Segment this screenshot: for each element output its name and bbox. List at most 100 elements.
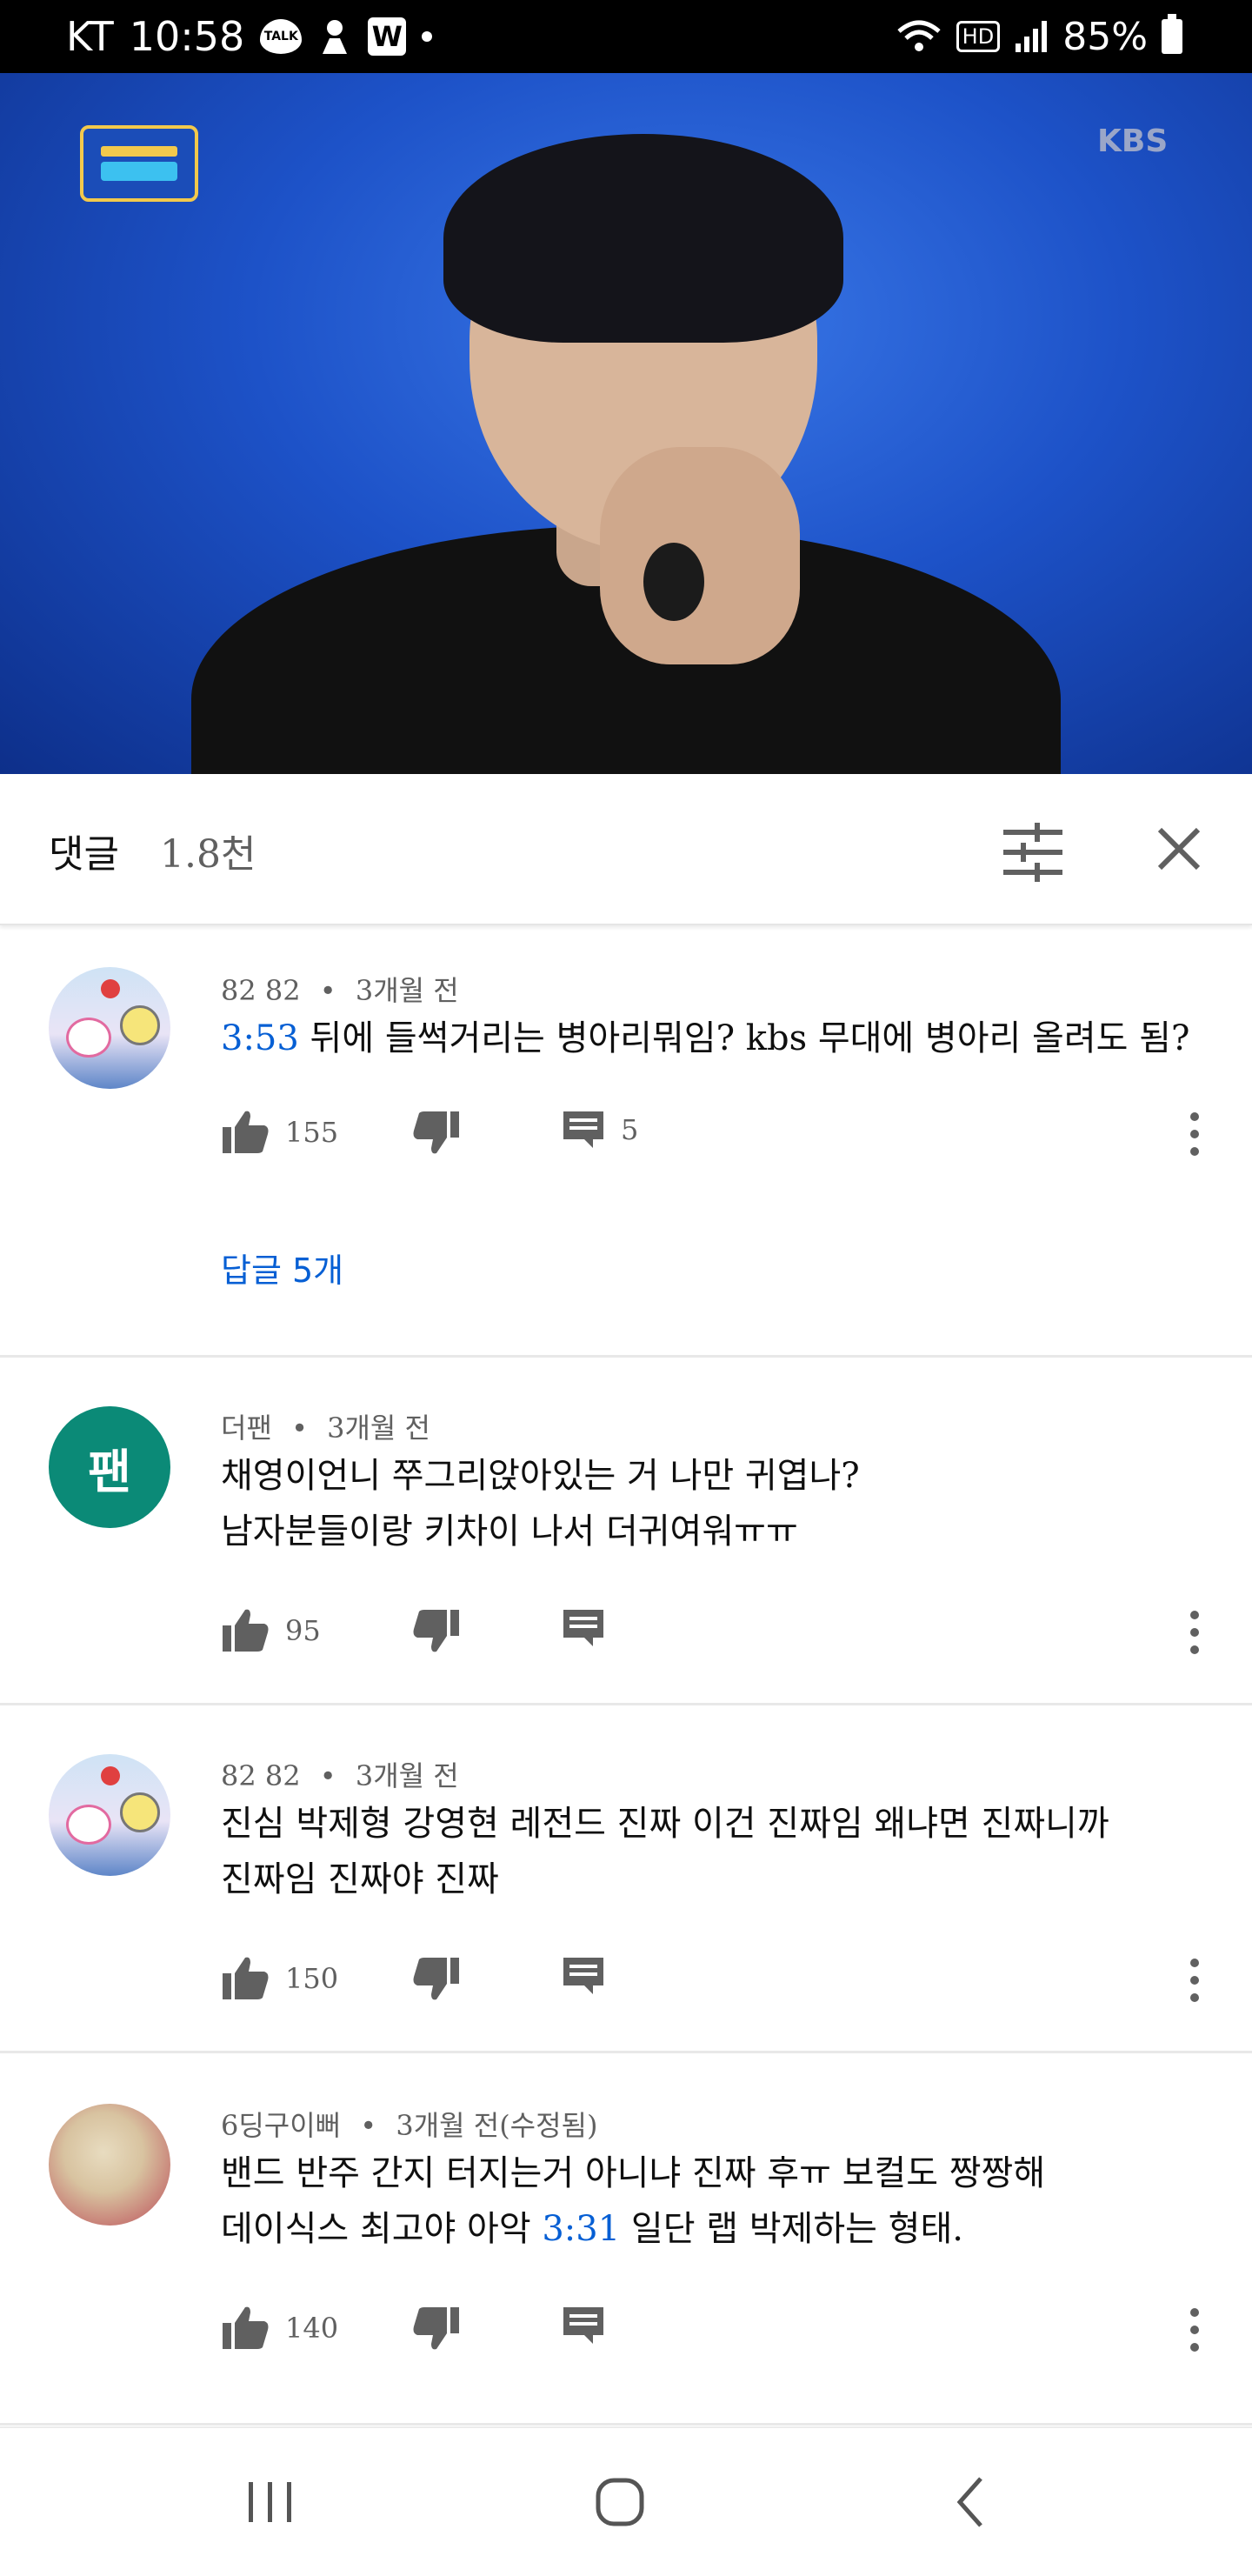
more-options-button[interactable] (1177, 1108, 1212, 1160)
video-frame-microphone (643, 543, 704, 621)
reply-button[interactable] (562, 2304, 605, 2347)
thumbs-up-icon (223, 1609, 269, 1652)
comment-text-line: 진짜임 진짜야 진짜 (221, 1859, 499, 1899)
comment-text: 진심 박제형 강영현 레전드 진짜 이건 진짜임 왜냐면 진짜니까 진짜임 진짜… (221, 1796, 1109, 1907)
like-button[interactable]: 95 (221, 1606, 321, 1655)
thumbs-down-icon (413, 1958, 459, 2000)
dislike-button[interactable] (412, 1954, 461, 2003)
w-icon: W (368, 17, 407, 56)
timestamp-link[interactable]: 3:53 (221, 1018, 299, 1058)
like-button[interactable]: 155 (221, 1108, 338, 1157)
comment-text-line: 밴드 반주 간지 터지는거 아니냐 진짜 후ㅠ 보컬도 짱짱해 (221, 2153, 1046, 2193)
like-count: 140 (285, 2312, 339, 2345)
battery-icon (1162, 14, 1182, 54)
back-button[interactable] (932, 2463, 1010, 2541)
thumbs-up-icon (223, 2306, 269, 2349)
dislike-button[interactable] (412, 1606, 461, 1655)
like-count: 155 (285, 1116, 339, 1149)
comment-author[interactable]: 더팬 (221, 1411, 272, 1445)
comment-time: 3개월 전 (355, 974, 459, 1007)
reply-button[interactable]: 5 (562, 1108, 638, 1151)
signal-icon (1014, 19, 1049, 54)
comment-meta: 6딩구이뻐 • 3개월 전(수정됨) (221, 2104, 597, 2144)
comment-item: 6딩구이뻐 • 3개월 전(수정됨) 밴드 반주 간지 터지는거 아니냐 진짜 … (0, 2053, 1252, 2426)
status-bar: KT 10:58 TALK W HD 85% (0, 0, 1252, 73)
sort-comments-button[interactable] (1000, 819, 1066, 885)
comment-actions: 155 5 (221, 1108, 1229, 1160)
broadcaster-watermark: KBS (1097, 123, 1169, 159)
comment-icon (563, 1111, 603, 1148)
like-button[interactable]: 140 (221, 2304, 338, 2352)
app-icon (317, 17, 352, 56)
comment-item: 팬 더팬 • 3개월 전 채영이언니 쭈그리앉아있는 거 나만 귀엽나? 남자분… (0, 1358, 1252, 1704)
comment-actions: 95 (221, 1606, 1229, 1658)
thumbs-down-icon (413, 2307, 459, 2350)
reply-button[interactable] (562, 1606, 605, 1650)
like-button[interactable]: 150 (221, 1954, 338, 2003)
comment-text-line: 진심 박제형 강영현 레전드 진짜 이건 진짜임 왜냐면 진짜니까 (221, 1804, 1109, 1844)
thumbs-down-icon (413, 1610, 459, 1652)
video-frame-performer-hand (600, 447, 800, 664)
comment-time: 3개월 전(수정됨) (396, 2109, 598, 2142)
wifi-icon (896, 19, 942, 54)
video-frame-performer-hair (443, 134, 843, 343)
more-options-button[interactable] (1177, 1606, 1212, 1658)
comments-title: 댓글 (49, 832, 119, 877)
battery-percent: 85% (1062, 14, 1148, 59)
recent-apps-icon (249, 2482, 291, 2522)
avatar[interactable] (49, 967, 170, 1089)
comment-text-line: 뒤에 들썩거리는 병아리뭐임? kbs 무대에 병아리 올려도 됨? (298, 1018, 1190, 1058)
comment-text-segment: 일단 랩 박제하는 형태. (620, 2209, 963, 2249)
talk-icon: TALK (260, 19, 303, 54)
back-icon (956, 2477, 982, 2527)
comment-actions: 140 (221, 2304, 1229, 2356)
comment-text: 채영이언니 쭈그리앉아있는 거 나만 귀엽나? 남자분들이랑 키차이 나서 더귀… (221, 1448, 860, 1559)
close-comments-button[interactable] (1153, 823, 1205, 875)
home-button[interactable] (581, 2463, 659, 2541)
like-count: 150 (285, 1962, 339, 1995)
status-bar-left: KT 10:58 TALK W (66, 10, 433, 63)
thumbs-up-icon (223, 1957, 269, 1999)
view-replies-link[interactable]: 답글 5개 (221, 1244, 343, 1291)
timestamp-link[interactable]: 3:31 (542, 2209, 620, 2249)
more-vert-icon (1190, 1611, 1199, 1654)
meta-separator: • (319, 1759, 336, 1792)
more-options-button[interactable] (1177, 2304, 1212, 2356)
like-count: 95 (285, 1614, 321, 1647)
home-icon (596, 2478, 644, 2526)
notification-dot-icon (422, 31, 433, 42)
avatar[interactable] (49, 2104, 170, 2226)
more-options-button[interactable] (1177, 1954, 1212, 2006)
recent-apps-button[interactable] (231, 2463, 310, 2541)
more-vert-icon (1190, 1959, 1199, 2002)
comments-count: 1.8천 (160, 832, 256, 877)
comment-icon (563, 1958, 603, 1994)
comment-meta: 82 82 • 3개월 전 (221, 1754, 459, 1794)
reply-button[interactable] (562, 1954, 605, 1998)
comment-item: 82 82 • 3개월 전 3:53 뒤에 들썩거리는 병아리뭐임? kbs 무… (0, 924, 1252, 1357)
comments-header: 댓글 1.8천 (0, 774, 1252, 925)
program-logo (80, 125, 198, 202)
carrier-label: KT (66, 13, 114, 60)
comment-author[interactable]: 82 82 (221, 1759, 301, 1792)
comment-text-line: 채영이언니 쭈그리앉아있는 거 나만 귀엽나? (221, 1456, 860, 1496)
dislike-button[interactable] (412, 1108, 461, 1157)
comment-text: 밴드 반주 간지 터지는거 아니냐 진짜 후ㅠ 보컬도 짱짱해 데이식스 최고야… (221, 2146, 1045, 2257)
comment-author[interactable]: 82 82 (221, 974, 301, 1007)
comment-icon (563, 1610, 603, 1646)
video-player[interactable]: KBS (0, 73, 1252, 774)
thumbs-down-icon (413, 1111, 459, 1154)
more-vert-icon (1190, 2308, 1199, 2352)
thumbs-up-icon (223, 1111, 269, 1153)
hd-icon: HD (956, 21, 1001, 52)
reply-count: 5 (621, 1113, 639, 1146)
comment-author[interactable]: 6딩구이뻐 (221, 2109, 341, 2142)
avatar[interactable]: 팬 (49, 1406, 170, 1528)
comment-text-line: 남자분들이랑 키차이 나서 더귀여워ㅠㅠ (221, 1512, 798, 1552)
divider (0, 2423, 1252, 2426)
meta-separator: • (319, 974, 336, 1007)
comment-time: 3개월 전 (355, 1759, 459, 1792)
comment-text-line: 데이식스 최고야 아악 3:31 일단 랩 박제하는 형태. (221, 2201, 1045, 2257)
dislike-button[interactable] (412, 2304, 461, 2352)
avatar[interactable] (49, 1754, 170, 1876)
